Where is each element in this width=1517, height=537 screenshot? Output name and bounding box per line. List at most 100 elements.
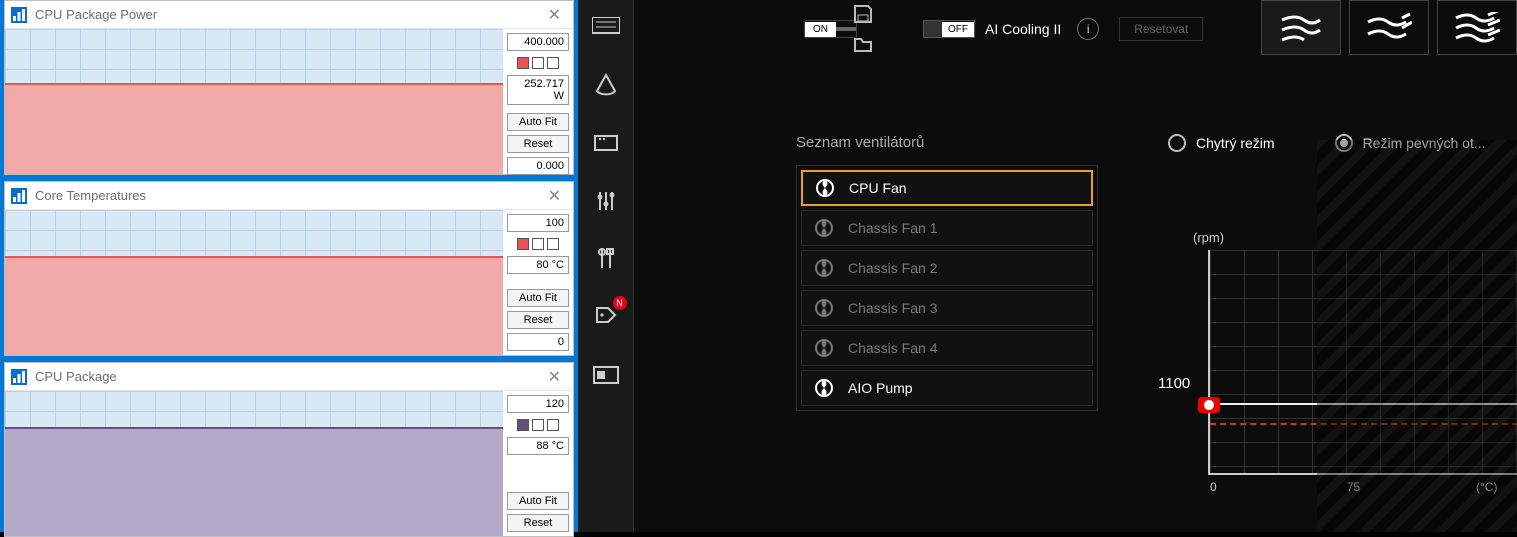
min-readout[interactable]: 0.000 bbox=[507, 157, 569, 175]
sensor-titlebar[interactable]: CPU Package Power ✕ bbox=[5, 1, 573, 29]
sensor-controls: 120 88 °C Auto Fit Reset bbox=[503, 391, 573, 536]
sensor-controls: 400.000 252.717 W Auto Fit Reset 0.000 bbox=[503, 29, 573, 174]
fan-list: CPU Fan Chassis Fan 1 Chassis Fan 2 Chas… bbox=[796, 165, 1098, 411]
ai-cooling-label: AI Cooling II bbox=[985, 21, 1061, 37]
off-label: OFF bbox=[942, 22, 974, 37]
max-readout[interactable]: 400.000 bbox=[507, 33, 569, 51]
close-icon[interactable]: ✕ bbox=[544, 186, 565, 206]
ai-cooling-toggle[interactable]: OFF bbox=[923, 20, 975, 38]
chart-icon bbox=[11, 188, 27, 204]
autofit-button[interactable]: Auto Fit bbox=[507, 492, 569, 510]
fan-label: Chassis Fan 2 bbox=[848, 260, 937, 276]
value-readout[interactable]: 252.717 W bbox=[507, 75, 569, 105]
rpm-unit-label: (rpm) bbox=[1193, 230, 1224, 245]
radio-icon bbox=[1168, 134, 1186, 152]
sensor-window-power: CPU Package Power ✕ 400.000 252.717 W Au… bbox=[4, 0, 574, 175]
hwinfo-column: CPU Package Power ✕ 400.000 252.717 W Au… bbox=[0, 0, 578, 532]
min-readout[interactable]: 0 bbox=[507, 333, 569, 351]
value-readout[interactable]: 88 °C bbox=[507, 437, 569, 455]
tick-75: 75 bbox=[1347, 480, 1360, 494]
fan-label: CPU Fan bbox=[849, 180, 907, 196]
radio-label: Režim pevných ot... bbox=[1363, 135, 1486, 151]
y-axis bbox=[1208, 250, 1210, 475]
keyboard-icon[interactable] bbox=[589, 10, 623, 44]
shape-icon[interactable] bbox=[589, 68, 623, 102]
swatch-color[interactable] bbox=[517, 419, 529, 431]
fan-label: Chassis Fan 3 bbox=[848, 300, 937, 316]
chart-icon bbox=[11, 7, 27, 23]
sensor-window-cpu-package: CPU Package ✕ 120 88 °C Auto Fit Reset bbox=[4, 362, 574, 537]
power-toggle[interactable]: ON bbox=[804, 20, 857, 38]
swatch-color[interactable] bbox=[517, 57, 529, 69]
reset-button[interactable]: Reset bbox=[507, 311, 569, 329]
card-icon[interactable] bbox=[589, 358, 623, 392]
fan-item-chassis2[interactable]: Chassis Fan 2 bbox=[801, 250, 1093, 286]
autofit-button[interactable]: Auto Fit bbox=[507, 113, 569, 131]
tag-icon[interactable] bbox=[589, 300, 623, 334]
sensor-chart bbox=[5, 210, 503, 355]
reset-button[interactable]: Reset bbox=[507, 514, 569, 532]
fan-item-chassis3[interactable]: Chassis Fan 3 bbox=[801, 290, 1093, 326]
rpm-value: 1100 bbox=[1158, 375, 1190, 392]
save-icon[interactable] bbox=[851, 2, 875, 26]
sensor-title: CPU Package bbox=[35, 369, 117, 384]
tick-0: 0 bbox=[1210, 480, 1217, 494]
max-readout[interactable]: 120 bbox=[507, 395, 569, 413]
fan-label: Chassis Fan 4 bbox=[848, 340, 937, 356]
min-rpm-line bbox=[1210, 423, 1517, 425]
swatch-empty[interactable] bbox=[547, 419, 559, 431]
radio-icon bbox=[1335, 134, 1353, 152]
close-icon[interactable]: ✕ bbox=[544, 5, 565, 25]
sliders-icon[interactable] bbox=[589, 184, 623, 218]
info-icon[interactable]: i bbox=[1077, 18, 1099, 40]
fan-label: Chassis Fan 1 bbox=[848, 220, 937, 236]
radio-label: Chytrý režim bbox=[1196, 135, 1275, 151]
close-icon[interactable]: ✕ bbox=[544, 367, 565, 387]
reset-button[interactable]: Resetovat bbox=[1119, 17, 1203, 41]
radio-fixed-mode[interactable]: Režim pevných ot... bbox=[1335, 134, 1486, 152]
fan-icon bbox=[814, 218, 834, 238]
radio-smart-mode[interactable]: Chytrý režim bbox=[1168, 134, 1275, 152]
x-axis bbox=[1208, 473, 1517, 475]
sensor-chart bbox=[5, 391, 503, 536]
fan-item-aio[interactable]: AIO Pump bbox=[801, 370, 1093, 406]
x-ticks: 0 75 bbox=[1210, 480, 1360, 494]
chart-grid bbox=[1210, 250, 1517, 473]
sensor-titlebar[interactable]: Core Temperatures ✕ bbox=[5, 182, 573, 210]
rpm-slider-knob[interactable] bbox=[1198, 397, 1220, 413]
fan-icon bbox=[814, 378, 834, 398]
fan-icon bbox=[814, 258, 834, 278]
fan-item-chassis1[interactable]: Chassis Fan 1 bbox=[801, 210, 1093, 246]
max-readout[interactable]: 100 bbox=[507, 214, 569, 232]
swatch-empty[interactable] bbox=[532, 419, 544, 431]
folder-icon[interactable] bbox=[851, 32, 875, 56]
sensor-window-coretemp: Core Temperatures ✕ 100 80 °C Auto Fit R… bbox=[4, 181, 574, 356]
preset-tile-silent[interactable] bbox=[1349, 0, 1429, 55]
vertical-nav bbox=[578, 0, 634, 532]
tools-icon[interactable] bbox=[589, 242, 623, 276]
value-readout[interactable]: 80 °C bbox=[507, 256, 569, 274]
preset-tiles bbox=[1261, 0, 1517, 55]
fanlist-title: Seznam ventilátorů bbox=[796, 134, 924, 151]
swatch-empty[interactable] bbox=[547, 57, 559, 69]
fixed-rpm-line bbox=[1208, 403, 1517, 405]
fan-item-cpu[interactable]: CPU Fan bbox=[801, 170, 1093, 206]
preset-tile-standard[interactable] bbox=[1261, 0, 1341, 55]
swatch-empty[interactable] bbox=[547, 238, 559, 250]
device-icon[interactable] bbox=[589, 126, 623, 160]
swatch-row bbox=[507, 236, 569, 252]
swatch-color[interactable] bbox=[517, 238, 529, 250]
fan-icon bbox=[815, 178, 835, 198]
sensor-titlebar[interactable]: CPU Package ✕ bbox=[5, 363, 573, 391]
preset-tile-turbo[interactable] bbox=[1437, 0, 1517, 55]
reset-button[interactable]: Reset bbox=[507, 135, 569, 153]
fan-curve-chart[interactable] bbox=[1208, 250, 1517, 495]
swatch-empty[interactable] bbox=[532, 238, 544, 250]
fan-item-chassis4[interactable]: Chassis Fan 4 bbox=[801, 330, 1093, 366]
sensor-title: CPU Package Power bbox=[35, 7, 157, 22]
sensor-title: Core Temperatures bbox=[35, 188, 146, 203]
swatch-empty[interactable] bbox=[532, 57, 544, 69]
swatch-row bbox=[507, 417, 569, 433]
autofit-button[interactable]: Auto Fit bbox=[507, 289, 569, 307]
fan-label: AIO Pump bbox=[848, 380, 913, 396]
